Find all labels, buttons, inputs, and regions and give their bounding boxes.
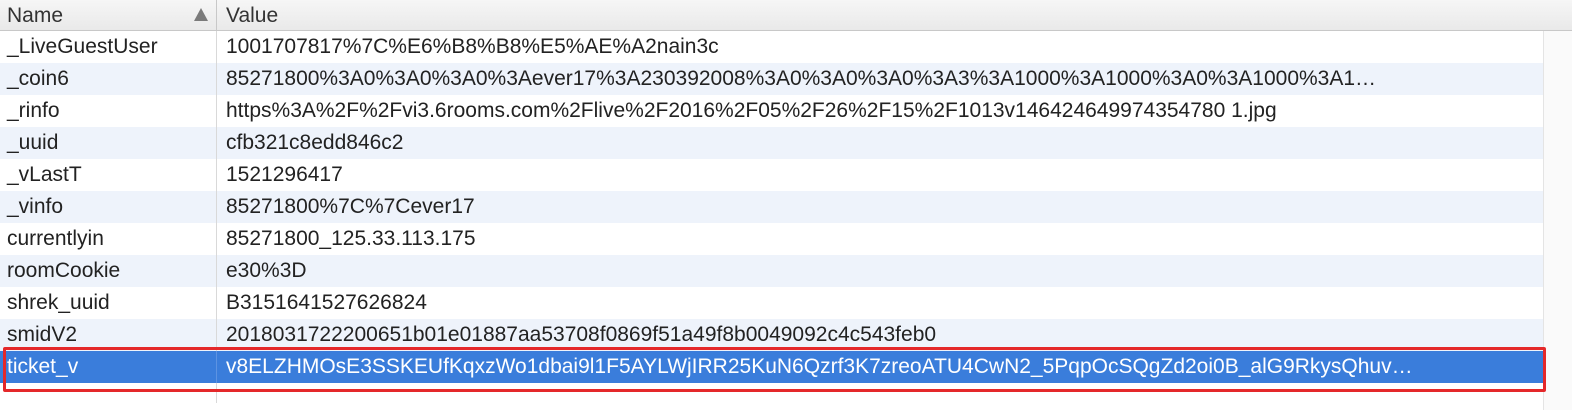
cookie-name: _coin6: [0, 63, 217, 95]
table-row[interactable]: _vinfo 85271800%7C%7Cever17: [0, 191, 1572, 223]
cookie-value: B3151641527626824: [226, 291, 427, 314]
cookie-value: 1001707817%7C%E6%B8%B8%E5%AE%A2nain3c: [226, 35, 719, 58]
table-row[interactable]: _LiveGuestUser 1001707817%7C%E6%B8%B8%E5…: [0, 31, 1572, 63]
vertical-scrollbar[interactable]: [1543, 31, 1572, 410]
cookie-value: 85271800_125.33.113.175: [226, 227, 476, 250]
cookie-name: currentlyin: [0, 223, 217, 255]
cookie-value: v8ELZHMOsE3SSKEUfKqxzWo1dbai9l1F5AYLWjIR…: [226, 355, 1413, 378]
cookie-name: _vLastT: [0, 159, 217, 191]
cookie-name: shrek_uuid: [0, 287, 217, 319]
cookie-name: ticket_v: [0, 351, 217, 383]
cookies-table: Name Value _LiveGuestUser 1001707817%7C%…: [0, 0, 1572, 403]
table-row[interactable]: roomCookie e30%3D: [0, 255, 1572, 287]
table-body: _LiveGuestUser 1001707817%7C%E6%B8%B8%E5…: [0, 31, 1572, 403]
table-row[interactable]: _uuid cfb321c8edd846c2: [0, 127, 1572, 159]
cookie-name: _vinfo: [0, 191, 217, 223]
table-header: Name Value: [0, 0, 1572, 31]
cookie-value: 1521296417: [226, 163, 343, 186]
table-empty-area: [0, 383, 1572, 403]
table-row[interactable]: smidV2 2018031722200651b01e01887aa53708f…: [0, 319, 1572, 351]
cookie-name: roomCookie: [0, 255, 217, 287]
column-header-value-label: Value: [226, 4, 279, 27]
cookie-name: smidV2: [0, 319, 217, 351]
cookie-name: _rinfo: [0, 95, 217, 127]
cookie-value: e30%3D: [226, 259, 307, 282]
cookie-value: 85271800%7C%7Cever17: [226, 195, 475, 218]
table-row[interactable]: _coin6 85271800%3A0%3A0%3A0%3Aever17%3A2…: [0, 63, 1572, 95]
cookie-value: cfb321c8edd846c2: [226, 131, 404, 154]
column-header-name[interactable]: Name: [0, 0, 217, 30]
cookie-name: _uuid: [0, 127, 217, 159]
sort-ascending-icon: [194, 8, 208, 21]
table-row[interactable]: _rinfo https%3A%2F%2Fvi3.6rooms.com%2Fli…: [0, 95, 1572, 127]
table-row[interactable]: currentlyin 85271800_125.33.113.175: [0, 223, 1572, 255]
column-header-value[interactable]: Value: [217, 0, 1572, 30]
table-row[interactable]: _vLastT 1521296417: [0, 159, 1572, 191]
cookie-value: https%3A%2F%2Fvi3.6rooms.com%2Flive%2F20…: [226, 99, 1277, 122]
table-row[interactable]: shrek_uuid B3151641527626824: [0, 287, 1572, 319]
cookie-name: _LiveGuestUser: [0, 31, 217, 63]
cookie-value: 2018031722200651b01e01887aa53708f0869f51…: [226, 323, 937, 346]
cookie-value: 85271800%3A0%3A0%3A0%3Aever17%3A23039200…: [226, 67, 1377, 90]
table-row-selected[interactable]: ticket_v v8ELZHMOsE3SSKEUfKqxzWo1dbai9l1…: [0, 351, 1572, 383]
column-header-name-label: Name: [7, 4, 64, 27]
